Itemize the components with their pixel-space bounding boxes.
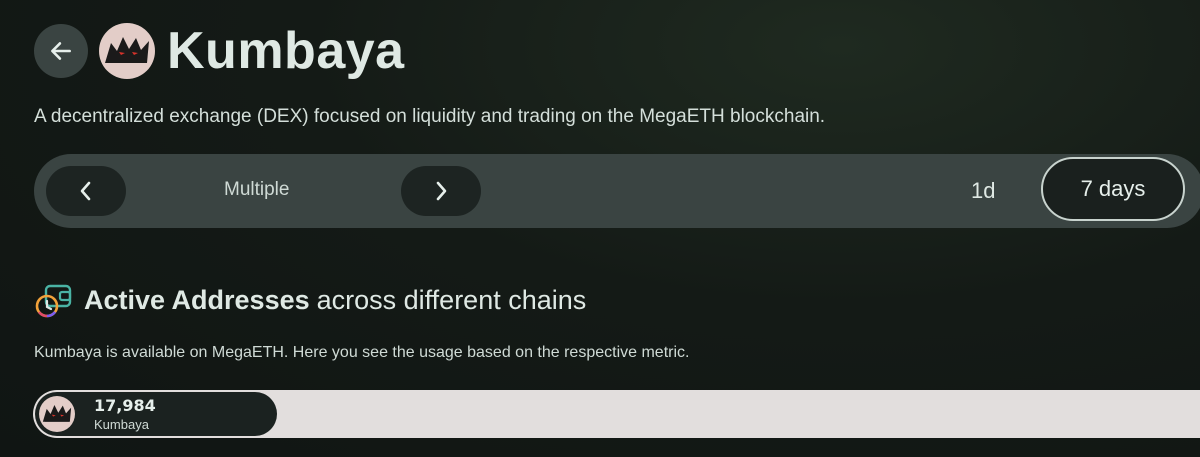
usage-value: 17,984: [94, 396, 156, 415]
next-button[interactable]: [401, 166, 481, 216]
selector-label: Multiple: [224, 179, 290, 200]
section-title: Active Addresses across different chains: [34, 280, 586, 320]
kumbaya-logo-icon: [99, 23, 155, 79]
app-description: A decentralized exchange (DEX) focused o…: [34, 106, 826, 127]
previous-button[interactable]: [46, 166, 126, 216]
chevron-right-icon: [436, 181, 447, 201]
range-1d-button[interactable]: 1d: [971, 178, 995, 204]
page-title: Kumbaya: [167, 22, 405, 80]
section-title-metric: Active Addresses: [84, 284, 310, 315]
back-button[interactable]: [34, 24, 88, 78]
page-header: Kumbaya: [34, 22, 405, 80]
usage-label: Kumbaya: [94, 417, 149, 432]
kumbaya-logo-icon: [39, 396, 75, 432]
arrow-left-icon: [51, 42, 71, 60]
chain-range-selector: Multiple 1d 7 days: [34, 154, 1200, 228]
chevron-left-icon: [80, 181, 91, 201]
section-title-suffix: across different chains: [316, 284, 587, 315]
wallet-clock-icon: [35, 284, 72, 318]
section-description: Kumbaya is available on MegaETH. Here yo…: [34, 344, 690, 361]
range-7-days-button[interactable]: 7 days: [1041, 157, 1185, 221]
